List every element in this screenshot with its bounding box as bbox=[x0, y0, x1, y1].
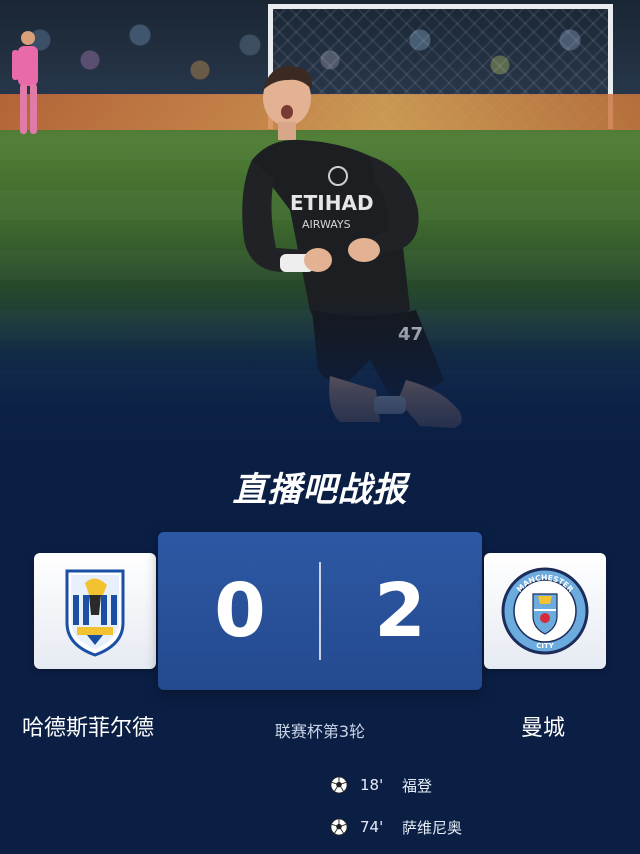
goal-scorers-list: 18' 福登 74' 萨维尼奥 bbox=[330, 770, 590, 854]
man-city-crest-icon: MANCHESTER CITY bbox=[501, 567, 589, 655]
huddersfield-crest-icon bbox=[65, 569, 125, 657]
away-team-name: 曼城 bbox=[521, 716, 566, 741]
goal-event: 18' 福登 bbox=[330, 770, 590, 800]
away-crest-bottom-text: CITY bbox=[536, 642, 555, 650]
soccer-ball-icon bbox=[330, 818, 348, 836]
sponsor-text-line2: AIRWAYS bbox=[302, 218, 351, 231]
sponsor-text-line1: ETIHAD bbox=[290, 191, 374, 215]
score-box[interactable]: 0 2 bbox=[158, 532, 482, 690]
competition-round: 联赛杯第3轮 bbox=[274, 722, 366, 741]
score-divider bbox=[319, 562, 321, 660]
goalkeeper-figure bbox=[12, 31, 38, 134]
hero-fade-overlay bbox=[0, 300, 640, 460]
away-team-badge-card[interactable]: MANCHESTER CITY bbox=[484, 553, 606, 669]
brand-title: 直播吧战报 bbox=[0, 462, 640, 511]
brand-title-main: 直播吧战 bbox=[232, 470, 373, 510]
away-score: 2 bbox=[374, 568, 426, 654]
goal-scorer: 萨维尼奥 bbox=[402, 818, 463, 837]
goal-minute: 18' bbox=[360, 776, 384, 794]
home-team-badge-card[interactable] bbox=[34, 553, 156, 669]
home-score: 0 bbox=[214, 568, 266, 654]
goal-event: 74' 萨维尼奥 bbox=[330, 812, 590, 842]
brand-title-last: 报 bbox=[372, 470, 408, 510]
soccer-ball-icon bbox=[330, 776, 348, 794]
hero-photo: ETIHAD AIRWAYS 47 bbox=[0, 0, 640, 460]
goal-minute: 74' bbox=[360, 818, 384, 836]
home-team-name: 哈德斯菲尔德 bbox=[22, 716, 155, 741]
goal-scorer: 福登 bbox=[402, 776, 433, 795]
